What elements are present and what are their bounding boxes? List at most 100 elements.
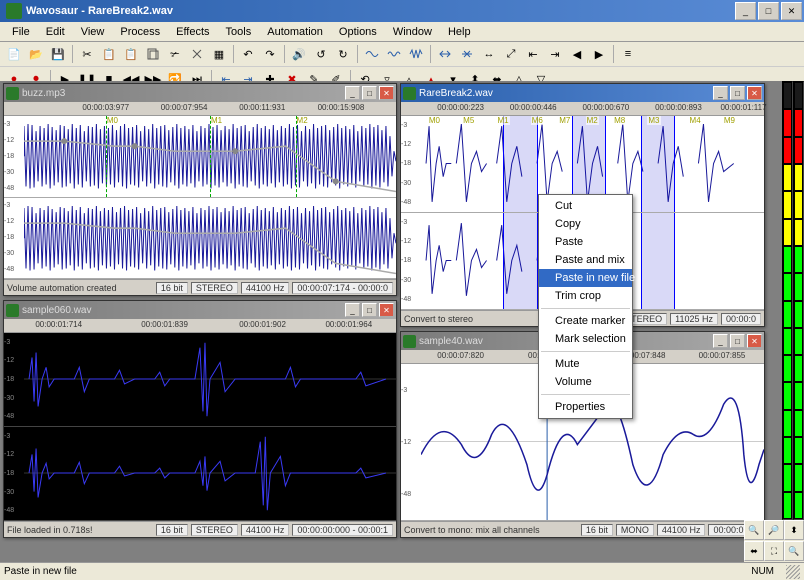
paste-icon[interactable]: 📋 — [121, 44, 141, 64]
audio-file-icon — [403, 335, 416, 348]
time-ruler[interactable]: 00:00:03:977 00:00:07:954 00:00:11:931 0… — [4, 102, 396, 116]
zoom-fit-right-icon[interactable]: ⇥ — [545, 44, 565, 64]
undo-icon[interactable]: ↶ — [238, 44, 258, 64]
zoom-sel-icon[interactable]: ⤢ — [501, 44, 521, 64]
copy-icon[interactable]: 📋 — [99, 44, 119, 64]
zoom-mag-icon[interactable]: 🔍 — [784, 541, 804, 561]
minimize-button[interactable]: _ — [735, 2, 756, 20]
menu-effects[interactable]: Effects — [168, 24, 217, 40]
wave3-icon[interactable] — [406, 44, 426, 64]
window-title-bar: Wavosaur - RareBreak2.wav _ □ ✕ — [0, 0, 804, 22]
menu-tools[interactable]: Tools — [218, 24, 260, 40]
toolbar-row-1: 📄 📂 💾 ✂ 📋 📋 ✃ ▦ ↶ ↷ 🔊 ↺ ↻ ↔ ⤢ ⇤ ⇥ ◀ ▶ ≡ — [0, 42, 804, 67]
menu-view[interactable]: View — [73, 24, 113, 40]
ctx-paste-mix[interactable]: Paste and mix — [539, 251, 632, 269]
panel-close-button[interactable]: ✕ — [747, 86, 762, 100]
panel-minimize-button[interactable]: _ — [713, 334, 728, 348]
panel-minimize-button[interactable]: _ — [713, 86, 728, 100]
paste-mix-icon[interactable] — [143, 44, 163, 64]
marker[interactable]: M1 — [210, 116, 223, 125]
panel-rarebreak-title: RareBreak2.wav — [419, 88, 713, 99]
trim-icon[interactable] — [187, 44, 207, 64]
panel-close-button[interactable]: ✕ — [747, 334, 762, 348]
zoom-v-icon[interactable]: ⬍ — [784, 520, 804, 540]
ctx-paste-new[interactable]: Paste in new file — [539, 269, 632, 287]
menu-bar: File Edit View Process Effects Tools Aut… — [0, 22, 804, 42]
level-meter — [782, 81, 804, 520]
audio-file-icon — [6, 87, 19, 100]
app-status-bar: Paste in new file NUM — [0, 562, 804, 580]
wave1-icon[interactable] — [362, 44, 382, 64]
crop-icon[interactable]: ✃ — [165, 44, 185, 64]
panel-maximize-button[interactable]: □ — [730, 334, 745, 348]
panel-sample060-title-bar[interactable]: sample060.wav _ □ ✕ — [4, 301, 396, 319]
menu-help[interactable]: Help — [440, 24, 479, 40]
status-num: NUM — [739, 566, 786, 577]
panel-maximize-button[interactable]: □ — [362, 86, 377, 100]
audio-file-icon — [403, 87, 416, 100]
stack-icon[interactable]: ≡ — [618, 44, 638, 64]
menu-window[interactable]: Window — [385, 24, 440, 40]
marker[interactable]: M2 — [296, 116, 309, 125]
ctx-copy[interactable]: Copy — [539, 215, 632, 233]
zoom-prev-icon[interactable]: ◀ — [567, 44, 587, 64]
rotate-left-icon[interactable]: ↺ — [311, 44, 331, 64]
panel-rarebreak-title-bar[interactable]: RareBreak2.wav _ □ ✕ — [401, 84, 764, 102]
zoom-full-icon[interactable]: ↔ — [479, 44, 499, 64]
close-button[interactable]: ✕ — [781, 2, 802, 20]
redo-icon[interactable]: ↷ — [260, 44, 280, 64]
menu-process[interactable]: Process — [112, 24, 168, 40]
time-ruler[interactable]: 00:00:01:714 00:00:01:839 00:00:01:902 0… — [4, 319, 396, 333]
zoom-tools: 🔍 🔎 ⬍ ⬌ ⛶ 🔍 — [744, 520, 804, 562]
panel-maximize-button[interactable]: □ — [730, 86, 745, 100]
panel-maximize-button[interactable]: □ — [362, 303, 377, 317]
marker[interactable]: M0 — [106, 116, 119, 125]
select-all-icon[interactable]: ▦ — [209, 44, 229, 64]
rotate-right-icon[interactable]: ↻ — [333, 44, 353, 64]
waveform-area[interactable]: -3-12-18-30-48 M0 M1 M2 — [4, 116, 396, 279]
app-icon — [6, 3, 22, 19]
ctx-paste[interactable]: Paste — [539, 233, 632, 251]
panel-status: Volume automation created 16 bit STEREO … — [4, 279, 396, 295]
zoom-out-icon[interactable]: 🔎 — [764, 520, 784, 540]
mdi-workspace: buzz.mp3 _ □ ✕ 00:00:03:977 00:00:07:954… — [0, 81, 782, 562]
zoom-fit-left-icon[interactable]: ⇤ — [523, 44, 543, 64]
ctx-properties[interactable]: Properties — [539, 398, 632, 416]
panel-buzz-title-bar[interactable]: buzz.mp3 _ □ ✕ — [4, 84, 396, 102]
ctx-create-marker[interactable]: Create marker — [539, 312, 632, 330]
window-title: Wavosaur - RareBreak2.wav — [26, 5, 733, 17]
ctx-cut[interactable]: Cut — [539, 197, 632, 215]
status-text: Paste in new file — [4, 566, 739, 577]
panel-close-button[interactable]: ✕ — [379, 303, 394, 317]
zoom-next-icon[interactable]: ▶ — [589, 44, 609, 64]
ctx-volume[interactable]: Volume — [539, 373, 632, 391]
zoom-in-h-icon[interactable] — [435, 44, 455, 64]
panel-close-button[interactable]: ✕ — [379, 86, 394, 100]
panel-sample060: sample060.wav _ □ ✕ 00:00:01:714 00:00:0… — [3, 300, 397, 538]
maximize-button[interactable]: □ — [758, 2, 779, 20]
zoom-fit-icon[interactable]: ⛶ — [764, 541, 784, 561]
ctx-mark-sel[interactable]: Mark selection — [539, 330, 632, 348]
menu-file[interactable]: File — [4, 24, 38, 40]
audio-file-icon — [6, 304, 19, 317]
cut-icon[interactable]: ✂ — [77, 44, 97, 64]
zoom-h-icon[interactable]: ⬌ — [744, 541, 764, 561]
resize-grip-icon[interactable] — [786, 565, 800, 579]
wave2-icon[interactable] — [384, 44, 404, 64]
ctx-mute[interactable]: Mute — [539, 355, 632, 373]
save-file-icon[interactable]: 💾 — [48, 44, 68, 64]
new-file-icon[interactable]: 📄 — [4, 44, 24, 64]
zoom-in-icon[interactable]: 🔍 — [744, 520, 764, 540]
menu-automation[interactable]: Automation — [259, 24, 331, 40]
panel-minimize-button[interactable]: _ — [345, 303, 360, 317]
panel-buzz-title: buzz.mp3 — [22, 88, 345, 99]
menu-edit[interactable]: Edit — [38, 24, 73, 40]
ctx-trim[interactable]: Trim crop — [539, 287, 632, 305]
speaker-icon[interactable]: 🔊 — [289, 44, 309, 64]
waveform-area[interactable]: -3-12-18-30-48 -3-12-18-30-48 — [4, 333, 396, 521]
menu-options[interactable]: Options — [331, 24, 385, 40]
panel-minimize-button[interactable]: _ — [345, 86, 360, 100]
zoom-out-h-icon[interactable] — [457, 44, 477, 64]
time-ruler[interactable]: 00:00:00:223 00:00:00:446 00:00:00:670 0… — [401, 102, 764, 116]
open-file-icon[interactable]: 📂 — [26, 44, 46, 64]
